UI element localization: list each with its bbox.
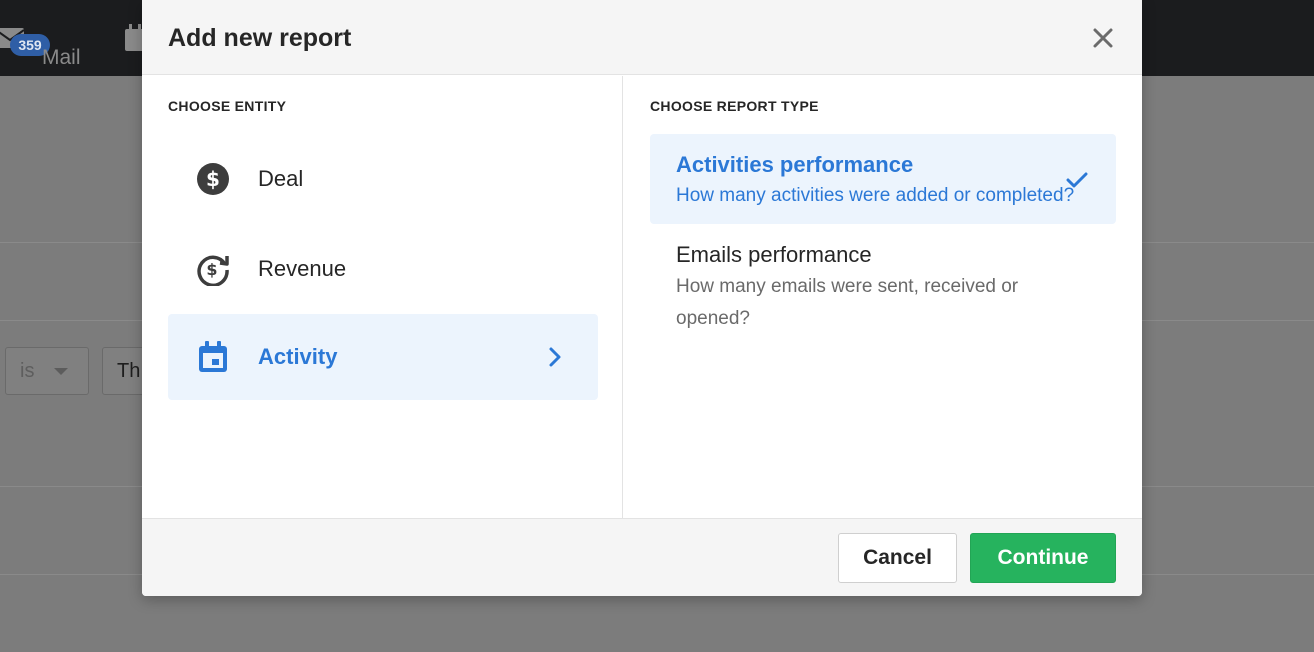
- entity-item-deal[interactable]: $ Deal: [168, 136, 598, 222]
- report-type-activities-performance[interactable]: Activities performance How many activiti…: [650, 134, 1116, 224]
- close-icon[interactable]: [1090, 25, 1116, 51]
- add-report-modal: Add new report CHOOSE ENTITY $ Deal $ Re…: [142, 0, 1142, 596]
- report-type-description: How many emails were sent, received or o…: [676, 276, 1019, 329]
- modal-header: Add new report: [142, 0, 1142, 75]
- caret-down-icon: [54, 368, 68, 375]
- filter-value-text: Th: [117, 360, 141, 382]
- filter-operator-value: is: [20, 360, 35, 382]
- entity-column: CHOOSE ENTITY $ Deal $ Revenue Activity: [142, 76, 623, 518]
- dollar-circle-icon: $: [197, 163, 229, 195]
- report-type-section-label: CHOOSE REPORT TYPE: [650, 98, 819, 114]
- calendar-icon: [199, 341, 227, 372]
- entity-item-label: Deal: [258, 166, 304, 191]
- modal-title: Add new report: [168, 24, 352, 52]
- entity-item-label: Activity: [258, 344, 338, 369]
- filter-operator-select[interactable]: is: [5, 347, 89, 395]
- cancel-button[interactable]: Cancel: [838, 533, 957, 583]
- entity-item-revenue[interactable]: $ Revenue: [168, 226, 598, 312]
- report-type-title: Activities performance: [676, 152, 914, 177]
- svg-text:$: $: [206, 167, 220, 191]
- checkmark-icon: [1066, 172, 1088, 188]
- report-type-emails-performance[interactable]: Emails performance How many emails were …: [650, 226, 1116, 336]
- nav-item-mail-label: Mail: [42, 46, 81, 69]
- continue-button[interactable]: Continue: [970, 533, 1116, 583]
- chevron-right-icon: [549, 347, 561, 367]
- revenue-cycle-icon: $: [197, 255, 229, 286]
- modal-footer: Cancel Continue: [142, 518, 1142, 596]
- report-type-column: CHOOSE REPORT TYPE Activities performanc…: [623, 76, 1142, 518]
- svg-text:$: $: [206, 260, 217, 279]
- entity-section-label: CHOOSE ENTITY: [168, 98, 287, 114]
- entity-item-label: Revenue: [258, 256, 347, 281]
- entity-item-activity[interactable]: Activity: [168, 314, 598, 400]
- report-type-description: How many activities were added or comple…: [676, 185, 1075, 206]
- report-type-title: Emails performance: [676, 242, 872, 267]
